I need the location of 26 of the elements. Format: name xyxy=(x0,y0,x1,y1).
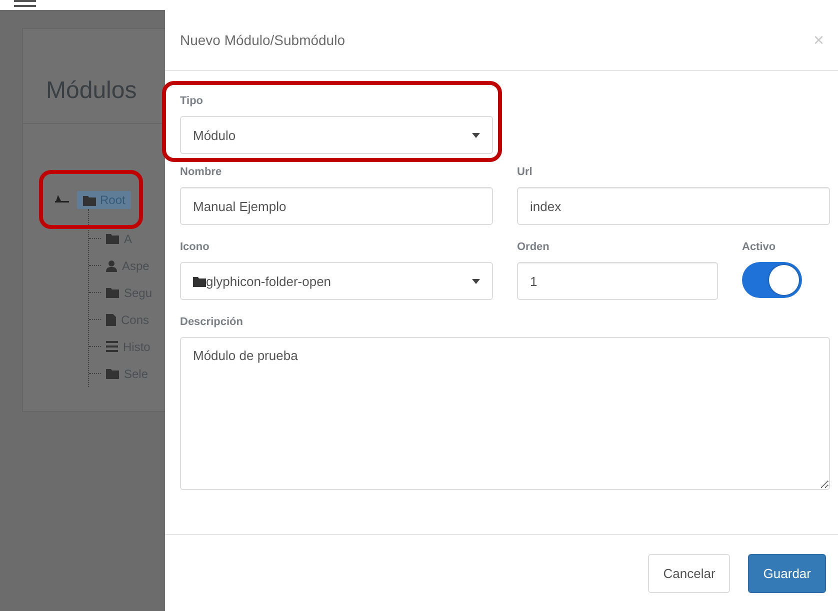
field-label: Activo xyxy=(742,241,776,254)
user-icon xyxy=(106,260,117,272)
file-icon xyxy=(106,314,116,326)
cancel-button[interactable]: Cancelar xyxy=(648,554,730,592)
menu-icon[interactable] xyxy=(14,0,36,8)
folder-icon xyxy=(83,194,96,206)
order-field[interactable]: 1 xyxy=(517,262,718,300)
save-button[interactable]: Guardar xyxy=(748,554,826,592)
description-field[interactable]: Módulo de prueba xyxy=(180,337,830,490)
type-select[interactable]: Módulo xyxy=(180,116,493,154)
folder-icon xyxy=(193,276,206,286)
url-field[interactable]: index xyxy=(517,187,830,225)
folder-icon xyxy=(106,368,119,379)
folder-icon xyxy=(106,287,119,298)
toggle-switch[interactable] xyxy=(742,262,802,298)
folder-icon xyxy=(106,233,119,244)
field-label: Url xyxy=(517,166,532,179)
icon-select[interactable]: glyphicon-folder-open xyxy=(180,262,493,300)
field-label: Orden xyxy=(517,241,550,254)
caret-icon xyxy=(472,132,480,138)
caret-icon xyxy=(472,278,480,284)
name-field[interactable]: Manual Ejemplo xyxy=(180,187,493,225)
field-label: Nombre xyxy=(180,166,222,179)
field-label: Descripción xyxy=(180,316,243,329)
field-label: Icono xyxy=(180,241,210,254)
list-icon xyxy=(106,341,118,352)
